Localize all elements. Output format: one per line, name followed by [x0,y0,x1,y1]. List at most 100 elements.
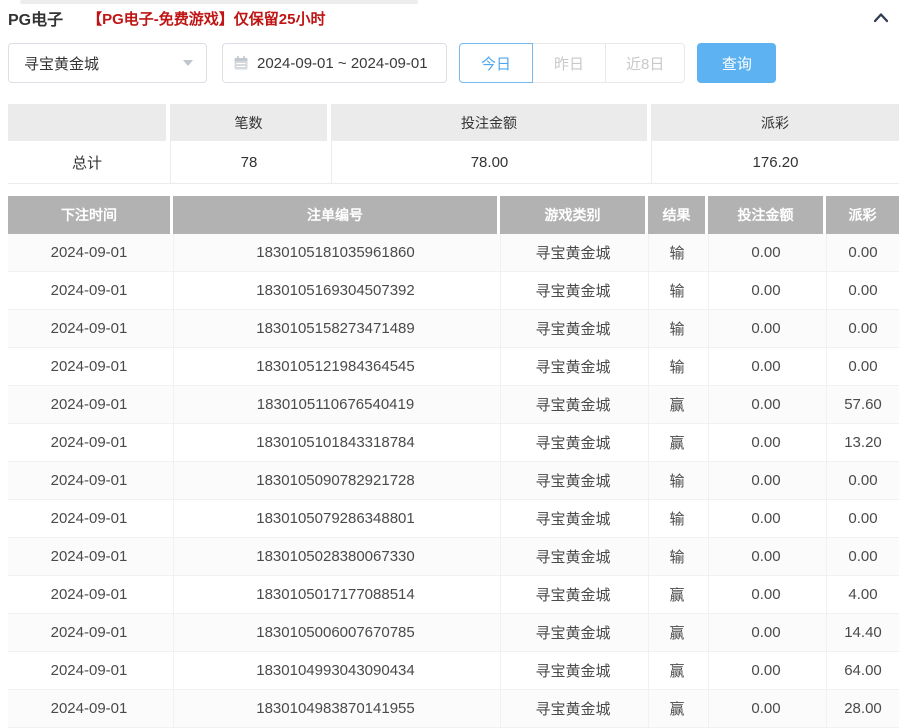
table-row: 2024-09-01 1830105110676540419 寻宝黄金城 赢 0… [8,386,899,424]
record-bet-cell: 0.00 [708,652,823,689]
record-game-cell: 寻宝黄金城 [500,462,645,499]
record-bet-cell: 0.00 [708,462,823,499]
summary-table: 笔数 投注金额 派彩 总计 78 78.00 176.20 [8,104,899,184]
records-header-time: 下注时间 [8,196,170,234]
record-game-cell: 寻宝黄金城 [500,348,645,385]
top-divider [20,0,418,4]
record-order-no-cell: 1830105101843318784 [173,424,497,461]
game-select-value: 寻宝黄金城 [24,53,99,74]
record-payout-cell: 14.40 [826,614,899,651]
quick-range-group: 今日 昨日 近8日 [459,43,685,83]
record-time-cell: 2024-09-01 [8,424,170,461]
record-time-cell: 2024-09-01 [8,234,170,271]
record-result-cell: 赢 [648,614,705,651]
query-button[interactable]: 查询 [697,43,776,83]
record-payout-cell: 4.00 [826,576,899,613]
table-row: 2024-09-01 1830104983870141955 寻宝黄金城 赢 0… [8,690,899,728]
record-bet-cell: 0.00 [708,272,823,309]
record-order-no-cell: 1830105079286348801 [173,500,497,537]
table-row: 2024-09-01 1830105121984364545 寻宝黄金城 输 0… [8,348,899,386]
range-button-yesterday[interactable]: 昨日 [532,43,606,83]
record-payout-cell: 64.00 [826,652,899,689]
record-game-cell: 寻宝黄金城 [500,386,645,423]
notice-text: 【PG电子-免费游戏】仅保留25小时 [87,8,325,29]
record-order-no-cell: 1830105028380067330 [173,538,497,575]
records-table-body: 2024-09-01 1830105181035961860 寻宝黄金城 输 0… [8,234,899,728]
record-time-cell: 2024-09-01 [8,310,170,347]
record-time-cell: 2024-09-01 [8,462,170,499]
records-header-order-no: 注单编号 [173,196,497,234]
summary-header-bet-amount: 投注金额 [331,104,647,141]
record-time-cell: 2024-09-01 [8,652,170,689]
table-row: 2024-09-01 1830104993043090434 寻宝黄金城 赢 0… [8,652,899,690]
record-bet-cell: 0.00 [708,310,823,347]
record-game-cell: 寻宝黄金城 [500,652,645,689]
record-game-cell: 寻宝黄金城 [500,310,645,347]
records-header-payout: 派彩 [826,196,899,234]
summary-header-row: 笔数 投注金额 派彩 [8,104,899,141]
summary-header-payout: 派彩 [651,104,899,141]
record-order-no-cell: 1830105169304507392 [173,272,497,309]
pg-records-panel: PG电子 【PG电子-免费游戏】仅保留25小时 寻宝黄金城 2024-09-01… [0,0,907,728]
record-result-cell: 输 [648,348,705,385]
records-header-game: 游戏类别 [500,196,645,234]
record-time-cell: 2024-09-01 [8,576,170,613]
summary-header-blank [8,104,166,141]
table-row: 2024-09-01 1830105079286348801 寻宝黄金城 输 0… [8,500,899,538]
table-row: 2024-09-01 1830105028380067330 寻宝黄金城 输 0… [8,538,899,576]
collapse-button[interactable] [871,9,891,27]
summary-total-count: 78 [170,141,327,183]
record-game-cell: 寻宝黄金城 [500,576,645,613]
records-header-bet: 投注金额 [708,196,823,234]
summary-header-count: 笔数 [170,104,327,141]
record-payout-cell: 57.60 [826,386,899,423]
record-time-cell: 2024-09-01 [8,614,170,651]
record-time-cell: 2024-09-01 [8,386,170,423]
record-bet-cell: 0.00 [708,614,823,651]
record-payout-cell: 0.00 [826,462,899,499]
record-payout-cell: 28.00 [826,690,899,727]
record-bet-cell: 0.00 [708,424,823,461]
record-game-cell: 寻宝黄金城 [500,272,645,309]
record-order-no-cell: 1830105006007670785 [173,614,497,651]
record-game-cell: 寻宝黄金城 [500,234,645,271]
record-time-cell: 2024-09-01 [8,348,170,385]
table-row: 2024-09-01 1830105090782921728 寻宝黄金城 输 0… [8,462,899,500]
record-order-no-cell: 1830105090782921728 [173,462,497,499]
record-order-no-cell: 1830105017177088514 [173,576,497,613]
record-time-cell: 2024-09-01 [8,538,170,575]
game-select[interactable]: 寻宝黄金城 [8,43,207,83]
record-time-cell: 2024-09-01 [8,690,170,727]
record-result-cell: 输 [648,234,705,271]
record-bet-cell: 0.00 [708,538,823,575]
record-time-cell: 2024-09-01 [8,500,170,537]
record-result-cell: 赢 [648,386,705,423]
table-row: 2024-09-01 1830105006007670785 寻宝黄金城 赢 0… [8,614,899,652]
summary-total-bet-amount: 78.00 [331,141,647,183]
calendar-icon [233,55,249,71]
record-game-cell: 寻宝黄金城 [500,538,645,575]
records-header-result: 结果 [648,196,705,234]
date-range-picker[interactable]: 2024-09-01 ~ 2024-09-01 [222,43,447,83]
record-result-cell: 输 [648,272,705,309]
record-order-no-cell: 1830104993043090434 [173,652,497,689]
record-result-cell: 赢 [648,652,705,689]
table-row: 2024-09-01 1830105181035961860 寻宝黄金城 输 0… [8,234,899,272]
range-button-last8days[interactable]: 近8日 [605,43,685,83]
table-row: 2024-09-01 1830105158273471489 寻宝黄金城 输 0… [8,310,899,348]
record-order-no-cell: 1830105158273471489 [173,310,497,347]
record-result-cell: 赢 [648,690,705,727]
record-game-cell: 寻宝黄金城 [500,690,645,727]
record-order-no-cell: 1830105110676540419 [173,386,497,423]
record-order-no-cell: 1830105181035961860 [173,234,497,271]
record-time-cell: 2024-09-01 [8,272,170,309]
record-bet-cell: 0.00 [708,500,823,537]
summary-total-row: 总计 78 78.00 176.20 [8,141,899,184]
record-result-cell: 赢 [648,424,705,461]
record-game-cell: 寻宝黄金城 [500,500,645,537]
record-bet-cell: 0.00 [708,386,823,423]
range-button-today[interactable]: 今日 [459,43,533,83]
record-order-no-cell: 1830104983870141955 [173,690,497,727]
record-payout-cell: 0.00 [826,272,899,309]
table-row: 2024-09-01 1830105169304507392 寻宝黄金城 输 0… [8,272,899,310]
